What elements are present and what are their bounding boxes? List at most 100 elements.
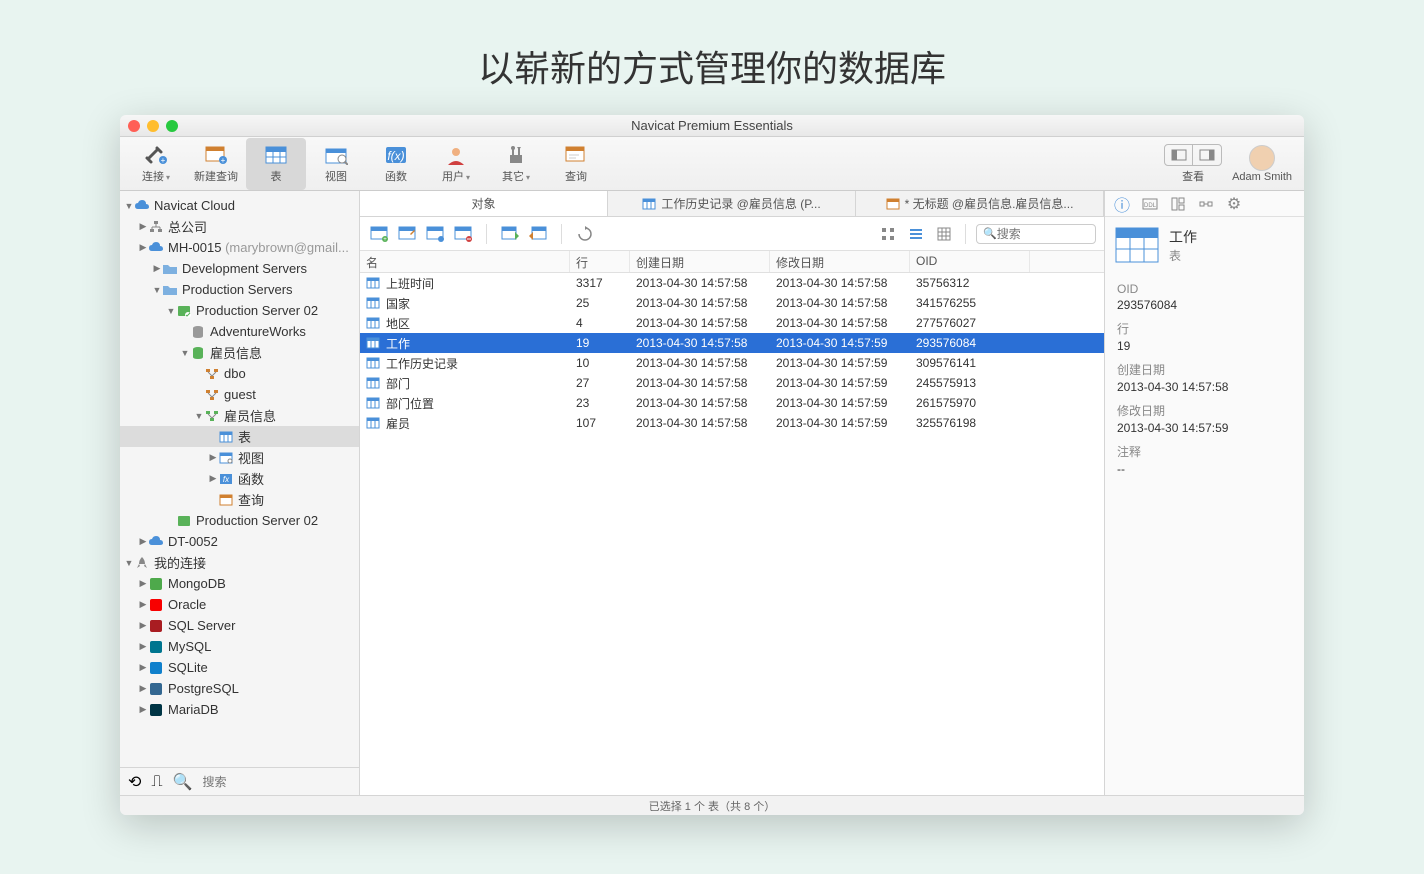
tab[interactable]: 对象 <box>360 191 608 216</box>
open-table-icon[interactable]: + <box>368 223 390 245</box>
tree-item[interactable]: ▼Navicat Cloud <box>120 195 359 216</box>
tree-item[interactable]: ▶PostgreSQL <box>120 678 359 699</box>
window-title: Navicat Premium Essentials <box>120 118 1304 133</box>
sidebar: ▼Navicat Cloud▶总公司▶MH-0015 (marybrown@gm… <box>120 191 360 795</box>
tree-item[interactable]: ▶视图 <box>120 447 359 468</box>
tree-item[interactable]: ▶MongoDB <box>120 573 359 594</box>
col-oid[interactable]: OID <box>910 251 1030 272</box>
table-row[interactable]: 部门272013-04-30 14:57:582013-04-30 14:57:… <box>360 373 1104 393</box>
view-button[interactable]: 视图 <box>306 138 366 190</box>
tree-item[interactable]: ▶Oracle <box>120 594 359 615</box>
table-icon <box>366 357 380 369</box>
tree-item[interactable]: 表 <box>120 426 359 447</box>
tree-item[interactable]: ▶SQL Server <box>120 615 359 636</box>
table-icon <box>366 377 380 389</box>
tree-item[interactable]: ▼雇员信息 <box>120 405 359 426</box>
settings-icon[interactable]: ⚙ <box>1225 195 1243 213</box>
view-right-icon[interactable] <box>1193 145 1221 165</box>
info-properties: OID293576084行19创建日期2013-04-30 14:57:58修改… <box>1105 274 1304 476</box>
col-modified[interactable]: 修改日期 <box>770 251 910 272</box>
user-avatar[interactable]: Adam Smith <box>1232 145 1292 183</box>
table-button[interactable]: 表 <box>246 138 306 190</box>
view-left-icon[interactable] <box>1165 145 1193 165</box>
cloud-icon <box>134 198 150 214</box>
col-rows[interactable]: 行 <box>570 251 630 272</box>
avatar-icon <box>1249 145 1275 171</box>
object-search-input[interactable] <box>997 227 1077 241</box>
col-created[interactable]: 创建日期 <box>630 251 770 272</box>
table-row[interactable]: 部门位置232013-04-30 14:57:582013-04-30 14:5… <box>360 393 1104 413</box>
tree-item[interactable]: dbo <box>120 363 359 384</box>
object-search[interactable]: 🔍 <box>976 224 1096 244</box>
view-segment[interactable]: 查看 <box>1164 144 1222 184</box>
info-prop-value: 2013-04-30 14:57:59 <box>1117 421 1292 435</box>
table-row[interactable]: 工作历史记录102013-04-30 14:57:582013-04-30 14… <box>360 353 1104 373</box>
relation-icon[interactable] <box>1197 195 1215 213</box>
tree-item[interactable]: ▶DT-0052 <box>120 531 359 552</box>
info-panel: ⓘ DDL ⚙ 工作 表 OID293576084行19创建日期2013-04-… <box>1104 191 1304 795</box>
mongo-icon <box>148 576 164 592</box>
info-subtitle: 表 <box>1169 247 1197 264</box>
delete-table-icon[interactable] <box>452 223 474 245</box>
sync-icon[interactable]: ⟲ <box>128 772 141 792</box>
func-icon: fx <box>218 471 234 487</box>
tree-item[interactable]: ▼我的连接 <box>120 552 359 573</box>
tree-item[interactable]: ▶MySQL <box>120 636 359 657</box>
detail-view-icon[interactable] <box>933 223 955 245</box>
tree-item[interactable]: ▶Development Servers <box>120 258 359 279</box>
table-list[interactable]: 上班时间33172013-04-30 14:57:582013-04-30 14… <box>360 273 1104 795</box>
activity-icon[interactable]: ⎍ <box>151 773 162 791</box>
new-query-button[interactable]: + 新建查询 <box>186 138 246 190</box>
user-button[interactable]: 用户▾ <box>426 138 486 190</box>
info-prop-value: 293576084 <box>1117 298 1292 312</box>
table-icon <box>366 397 380 409</box>
tree-item[interactable]: ▶MariaDB <box>120 699 359 720</box>
tree-item[interactable]: ▶MH-0015 (marybrown@gmail... <box>120 237 359 258</box>
sidebar-search-input[interactable] <box>203 775 358 789</box>
connection-tree[interactable]: ▼Navicat Cloud▶总公司▶MH-0015 (marybrown@gm… <box>120 191 359 767</box>
query-icon <box>218 492 234 508</box>
ddl-icon[interactable]: DDL <box>1141 195 1159 213</box>
export-icon[interactable] <box>527 223 549 245</box>
table-row[interactable]: 上班时间33172013-04-30 14:57:582013-04-30 14… <box>360 273 1104 293</box>
pg-icon <box>148 681 164 697</box>
sqlite-icon <box>148 660 164 676</box>
preview-icon[interactable] <box>1169 195 1187 213</box>
cloud2-icon <box>148 534 164 550</box>
tree-item[interactable]: ▼Production Servers <box>120 279 359 300</box>
table-row[interactable]: 国家252013-04-30 14:57:582013-04-30 14:57:… <box>360 293 1104 313</box>
tree-item[interactable]: ▶fx函数 <box>120 468 359 489</box>
table-row[interactable]: 工作192013-04-30 14:57:582013-04-30 14:57:… <box>360 333 1104 353</box>
query-button[interactable]: 查询 <box>546 138 606 190</box>
table-large-icon <box>1115 227 1159 263</box>
tree-item[interactable]: ▶SQLite <box>120 657 359 678</box>
tab[interactable]: 工作历史记录 @雇员信息 (P... <box>608 191 856 216</box>
tree-item[interactable]: AdventureWorks <box>120 321 359 342</box>
list-view-icon[interactable] <box>905 223 927 245</box>
function-button[interactable]: f(x) 函数 <box>366 138 426 190</box>
table-icon <box>366 337 380 349</box>
info-prop-key: 行 <box>1117 320 1292 337</box>
rocket-icon <box>134 555 150 571</box>
tree-item[interactable]: ▼Production Server 02 <box>120 300 359 321</box>
tree-item[interactable]: ▼雇员信息 <box>120 342 359 363</box>
tab[interactable]: * 无标题 @雇员信息.雇员信息... <box>856 191 1104 216</box>
tree-item[interactable]: 查询 <box>120 489 359 510</box>
grid-view-icon[interactable] <box>877 223 899 245</box>
tree-item[interactable]: Production Server 02 <box>120 510 359 531</box>
tree-item[interactable]: guest <box>120 384 359 405</box>
info-prop-value: 19 <box>1117 339 1292 353</box>
new-table-icon[interactable] <box>424 223 446 245</box>
refresh-icon[interactable] <box>574 223 596 245</box>
other-button[interactable]: 其它▾ <box>486 138 546 190</box>
table-row[interactable]: 雇员1072013-04-30 14:57:582013-04-30 14:57… <box>360 413 1104 433</box>
connect-button[interactable]: + 连接▾ <box>126 138 186 190</box>
table-row[interactable]: 地区42013-04-30 14:57:582013-04-30 14:57:5… <box>360 313 1104 333</box>
design-table-icon[interactable] <box>396 223 418 245</box>
table-icon <box>366 297 380 309</box>
info-icon[interactable]: ⓘ <box>1113 195 1131 213</box>
col-name[interactable]: 名 <box>360 251 570 272</box>
import-icon[interactable] <box>499 223 521 245</box>
tree-item[interactable]: ▶总公司 <box>120 216 359 237</box>
info-prop-key: 修改日期 <box>1117 402 1292 419</box>
